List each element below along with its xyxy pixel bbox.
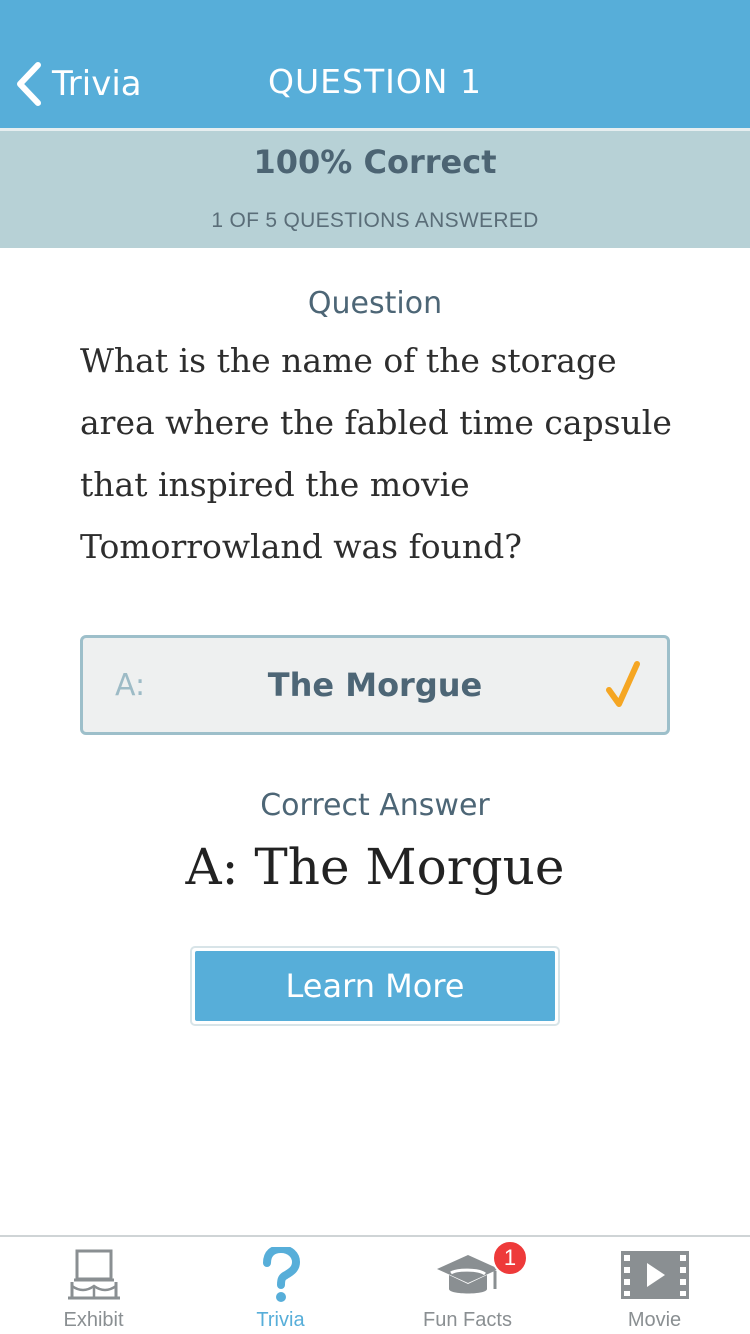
score-percent: 100% Correct xyxy=(253,143,497,181)
answer-text: The Morgue xyxy=(267,666,483,704)
learn-more-button[interactable]: Learn More xyxy=(195,951,555,1021)
fun-facts-badge: 1 xyxy=(492,1240,528,1276)
tab-trivia-label: Trivia xyxy=(256,1309,305,1331)
checkmark-icon xyxy=(606,661,640,707)
learn-more-frame: Learn More xyxy=(190,946,560,1026)
tab-movie-label: Movie xyxy=(627,1309,682,1331)
questions-answered-count: 1 OF 5 QUESTIONS ANSWERED xyxy=(211,209,539,232)
question-mark-icon xyxy=(262,1247,300,1302)
tab-movie[interactable]: Movie xyxy=(561,1237,748,1334)
tab-exhibit[interactable]: Exhibit xyxy=(0,1237,187,1334)
graduation-cap-icon xyxy=(436,1255,499,1294)
tab-fun-facts[interactable]: Fun Facts xyxy=(374,1237,561,1334)
question-heading: Question xyxy=(307,286,443,321)
answer-option-a[interactable]: A: The Morgue xyxy=(80,635,670,735)
film-play-icon xyxy=(620,1251,689,1299)
correct-answer-heading: Correct Answer xyxy=(260,788,490,823)
question-text: What is the name of the storage area whe… xyxy=(80,341,672,566)
tab-fun-facts-label: Fun Facts xyxy=(423,1309,512,1331)
correct-answer-text: A: The Morgue xyxy=(185,838,565,896)
tab-bar: Exhibit Trivia Fun Facts Movie xyxy=(0,1235,750,1334)
tab-exhibit-label: Exhibit xyxy=(63,1309,124,1331)
score-banner: 100% Correct 1 OF 5 QUESTIONS ANSWERED xyxy=(0,128,750,248)
exhibit-icon xyxy=(67,1249,120,1300)
tab-trivia[interactable]: Trivia xyxy=(187,1237,374,1334)
navigation-bar: Trivia QUESTION 1 xyxy=(0,0,750,128)
page-title: QUESTION 1 xyxy=(268,62,482,101)
